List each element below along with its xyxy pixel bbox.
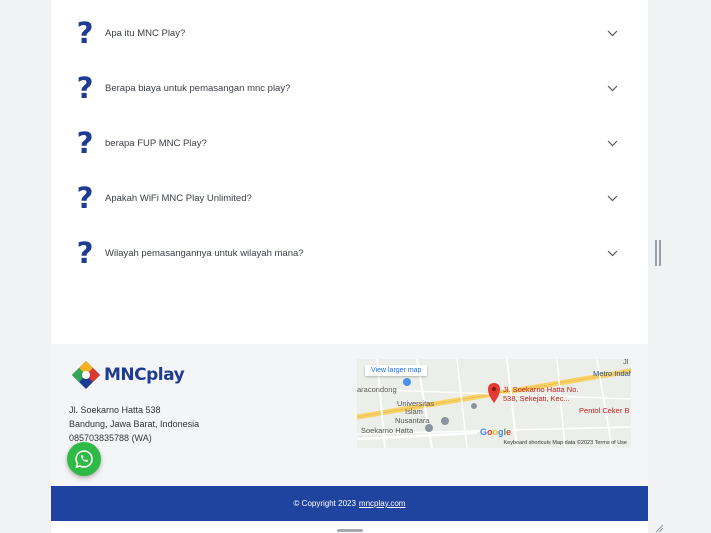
map-label: Jl bbox=[623, 359, 629, 366]
whatsapp-button[interactable] bbox=[67, 442, 101, 476]
chevron-down-icon[interactable] bbox=[605, 191, 619, 205]
mncplay-logo[interactable]: MNCplay bbox=[71, 360, 185, 390]
copyright-text: © Copyright 2023 bbox=[293, 499, 356, 508]
address-block: Jl. Soekarno Hatta 538 Bandung, Jawa Bar… bbox=[69, 403, 199, 445]
chevron-down-icon[interactable] bbox=[605, 246, 619, 260]
address-line: Jl. Soekarno Hatta 538 bbox=[69, 405, 161, 415]
faq-item[interactable]: ? Berapa biaya untuk pemasangan mnc play… bbox=[51, 68, 648, 108]
page-content: ? Apa itu MNC Play? ? Berapa biaya untuk… bbox=[51, 0, 648, 533]
map-label: aracondong bbox=[357, 385, 397, 394]
scrollbar-handle[interactable] bbox=[655, 240, 661, 266]
mncplay-logo-icon bbox=[72, 361, 100, 389]
question-mark-icon: ? bbox=[76, 70, 94, 105]
copyright-bar: © Copyright 2023 mncplay.com bbox=[51, 486, 648, 521]
chevron-down-icon[interactable] bbox=[605, 81, 619, 95]
map-pin-address-line: 538, Sekejati, Kec... bbox=[503, 394, 570, 403]
faq-question: berapa FUP MNC Play? bbox=[105, 137, 207, 149]
map-label: Islam bbox=[405, 407, 423, 416]
question-mark-icon: ? bbox=[76, 235, 94, 270]
chevron-down-icon[interactable] bbox=[605, 136, 619, 150]
faq-item[interactable]: ? Wilayah pemasangannya untuk wilayah ma… bbox=[51, 233, 648, 273]
resize-grip-icon[interactable] bbox=[655, 524, 664, 533]
map-pin-address: Jl. Soekarno Hatta No. 538, Sekejati, Ke… bbox=[503, 385, 578, 403]
faq-item[interactable]: ? Apakah WiFi MNC Play Unlimited? bbox=[51, 178, 648, 218]
question-mark-icon: ? bbox=[76, 180, 94, 215]
logo-text: MNCplay bbox=[104, 365, 185, 385]
whatsapp-icon bbox=[75, 450, 93, 469]
faq-item[interactable]: ? Apa itu MNC Play? bbox=[51, 13, 648, 53]
footer: MNCplay Jl. Soekarno Hatta 538 Bandung, … bbox=[51, 344, 648, 486]
faq-question: Apakah WiFi MNC Play Unlimited? bbox=[105, 192, 252, 204]
faq-item[interactable]: ? berapa FUP MNC Play? bbox=[51, 123, 648, 163]
map-label: Metro Indah Ma bbox=[593, 369, 631, 378]
question-mark-icon: ? bbox=[76, 125, 94, 160]
embedded-map[interactable]: View larger map Metro Indah Ma Jl aracon… bbox=[357, 359, 631, 448]
bottom-drag-handle[interactable] bbox=[337, 529, 363, 532]
map-pin-address-line: Jl. Soekarno Hatta No. bbox=[503, 385, 579, 394]
faq-question: Apa itu MNC Play? bbox=[105, 27, 186, 39]
map-label: Nusantara bbox=[395, 416, 430, 425]
map-label: Pentol Ceker B bbox=[579, 406, 630, 415]
google-logo: Google bbox=[480, 427, 512, 437]
chevron-down-icon[interactable] bbox=[605, 26, 619, 40]
view-larger-map-link[interactable]: View larger map bbox=[365, 365, 428, 376]
map-attribution[interactable]: Keyboard shortcuts Map data ©2023 Terms … bbox=[357, 439, 631, 448]
faq-question: Berapa biaya untuk pemasangan mnc play? bbox=[105, 82, 291, 94]
copyright-link[interactable]: mncplay.com bbox=[359, 499, 406, 508]
map-label: Soekarno Hatta bbox=[361, 426, 414, 435]
question-mark-icon: ? bbox=[76, 15, 94, 50]
address-line: Bandung, Jawa Barat, Indonesia bbox=[69, 419, 200, 429]
faq-question: Wilayah pemasangannya untuk wilayah mana… bbox=[105, 247, 304, 259]
